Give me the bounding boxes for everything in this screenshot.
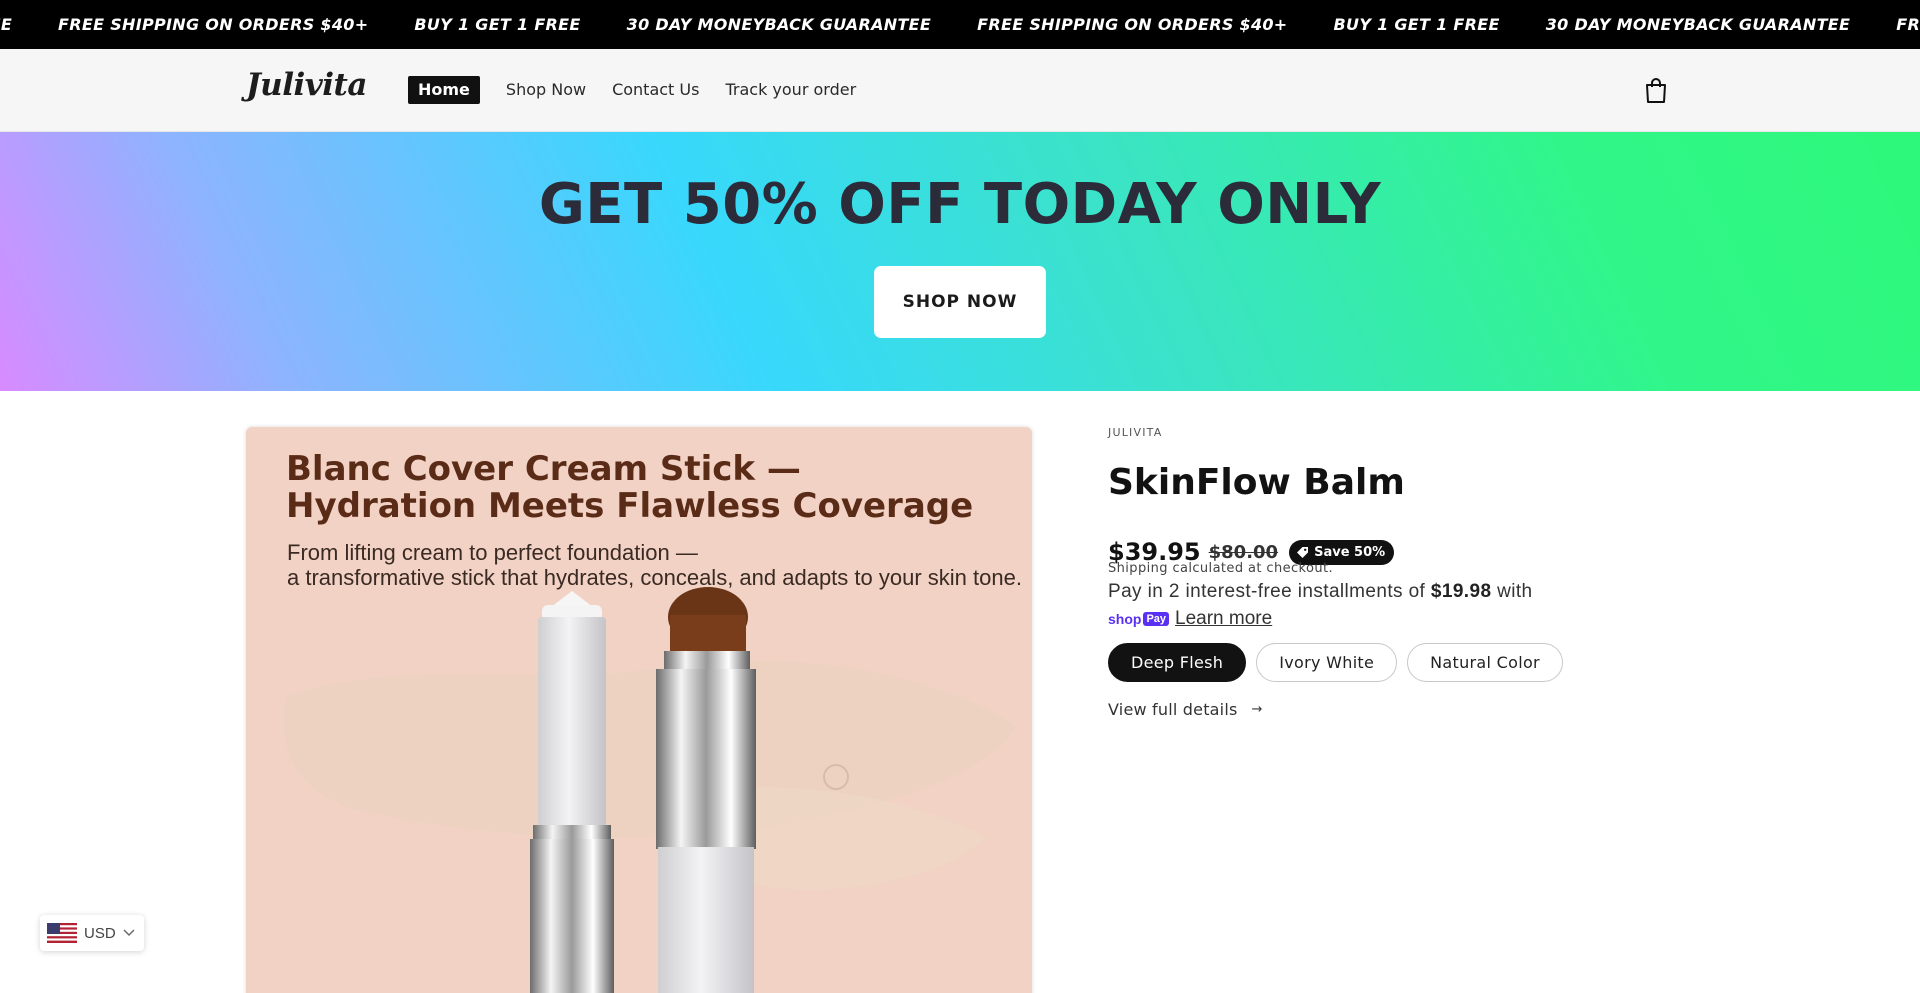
compare-price: $80.00: [1208, 541, 1279, 563]
cream-stick-illustration: [283, 587, 1016, 993]
view-full-details-label: View full details: [1108, 700, 1238, 719]
shop-pay-logo-badge: Pay: [1143, 612, 1170, 626]
promo-banner: GET 50% OFF TODAY ONLY SHOP NOW: [0, 132, 1920, 391]
subtext-line: From lifting cream to perfect foundation…: [287, 540, 698, 565]
nav-item-contact-us[interactable]: Contact Us: [612, 76, 699, 104]
announcement-track: ANTEE FREE SHIPPING ON ORDERS $40+ BUY 1…: [0, 0, 1920, 49]
product-image-headline: Blanc Cover Cream Stick — Hydration Meet…: [286, 451, 973, 525]
announcement-item: FREE SHIPPING ON ORDERS $40+: [977, 15, 1288, 34]
save-badge-label: Save 50%: [1314, 544, 1386, 560]
shop-pay-row: shop Pay Learn more: [1108, 608, 1272, 630]
shopping-bag-icon: [1646, 78, 1666, 103]
cart-button[interactable]: [1643, 76, 1669, 104]
tag-icon: [1297, 546, 1309, 558]
view-full-details-link[interactable]: View full details →: [1108, 700, 1263, 719]
announcement-item: 30 DAY MONEYBACK GUARANTEE: [626, 15, 932, 34]
nav-item-track-order[interactable]: Track your order: [725, 76, 856, 104]
installments-suffix: with: [1491, 581, 1533, 602]
announcement-item: FREE SHIPPIN: [1896, 15, 1920, 34]
chevron-down-icon: [123, 929, 135, 936]
installments-amount: $19.98: [1430, 581, 1492, 602]
variant-ivory-white[interactable]: Ivory White: [1256, 643, 1398, 682]
variant-deep-flesh[interactable]: Deep Flesh: [1108, 643, 1247, 682]
shop-pay-logo: shop Pay: [1108, 611, 1170, 627]
learn-more-link[interactable]: Learn more: [1175, 608, 1272, 630]
announcement-item: FREE SHIPPING ON ORDERS $40+: [58, 15, 369, 34]
headline-line: Hydration Meets Flawless Coverage: [286, 486, 974, 526]
announcement-item: ANTEE: [0, 15, 13, 34]
installments-text: Pay in 2 interest-free installments of $…: [1108, 581, 1533, 603]
currency-selector[interactable]: USD: [40, 915, 144, 951]
currency-code: USD: [84, 924, 116, 942]
banner-title: GET 50% OFF TODAY ONLY: [538, 172, 1382, 237]
product-title: SkinFlow Balm: [1108, 462, 1405, 503]
nav-item-home[interactable]: Home: [408, 76, 480, 104]
nav-item-shop-now[interactable]: Shop Now: [506, 76, 586, 104]
shop-now-button[interactable]: SHOP NOW: [874, 266, 1046, 338]
announcement-item: BUY 1 GET 1 FREE: [1333, 15, 1500, 34]
announcement-bar: ANTEE FREE SHIPPING ON ORDERS $40+ BUY 1…: [0, 0, 1920, 49]
site-header: Julivita Home Shop Now Contact Us Track …: [0, 49, 1920, 132]
announcement-item: 30 DAY MONEYBACK GUARANTEE: [1545, 15, 1851, 34]
shipping-note: Shipping calculated at checkout.: [1108, 561, 1334, 576]
us-flag-icon: [47, 923, 77, 943]
announcement-item: BUY 1 GET 1 FREE: [414, 15, 581, 34]
variant-natural-color[interactable]: Natural Color: [1407, 643, 1563, 682]
product-vendor: JULIVITA: [1108, 426, 1163, 439]
site-logo[interactable]: Julivita: [246, 67, 367, 103]
arrow-right-icon: →: [1251, 702, 1263, 717]
variant-selector: Deep Flesh Ivory White Natural Color: [1108, 643, 1573, 682]
installments-prefix: Pay in 2 interest-free installments of: [1108, 581, 1431, 602]
headline-line: Blanc Cover Cream Stick —: [286, 449, 801, 489]
shop-pay-logo-text: shop: [1108, 611, 1142, 627]
main-nav: Home Shop Now Contact Us Track your orde…: [408, 76, 882, 104]
product-image[interactable]: Blanc Cover Cream Stick — Hydration Meet…: [246, 427, 1032, 993]
